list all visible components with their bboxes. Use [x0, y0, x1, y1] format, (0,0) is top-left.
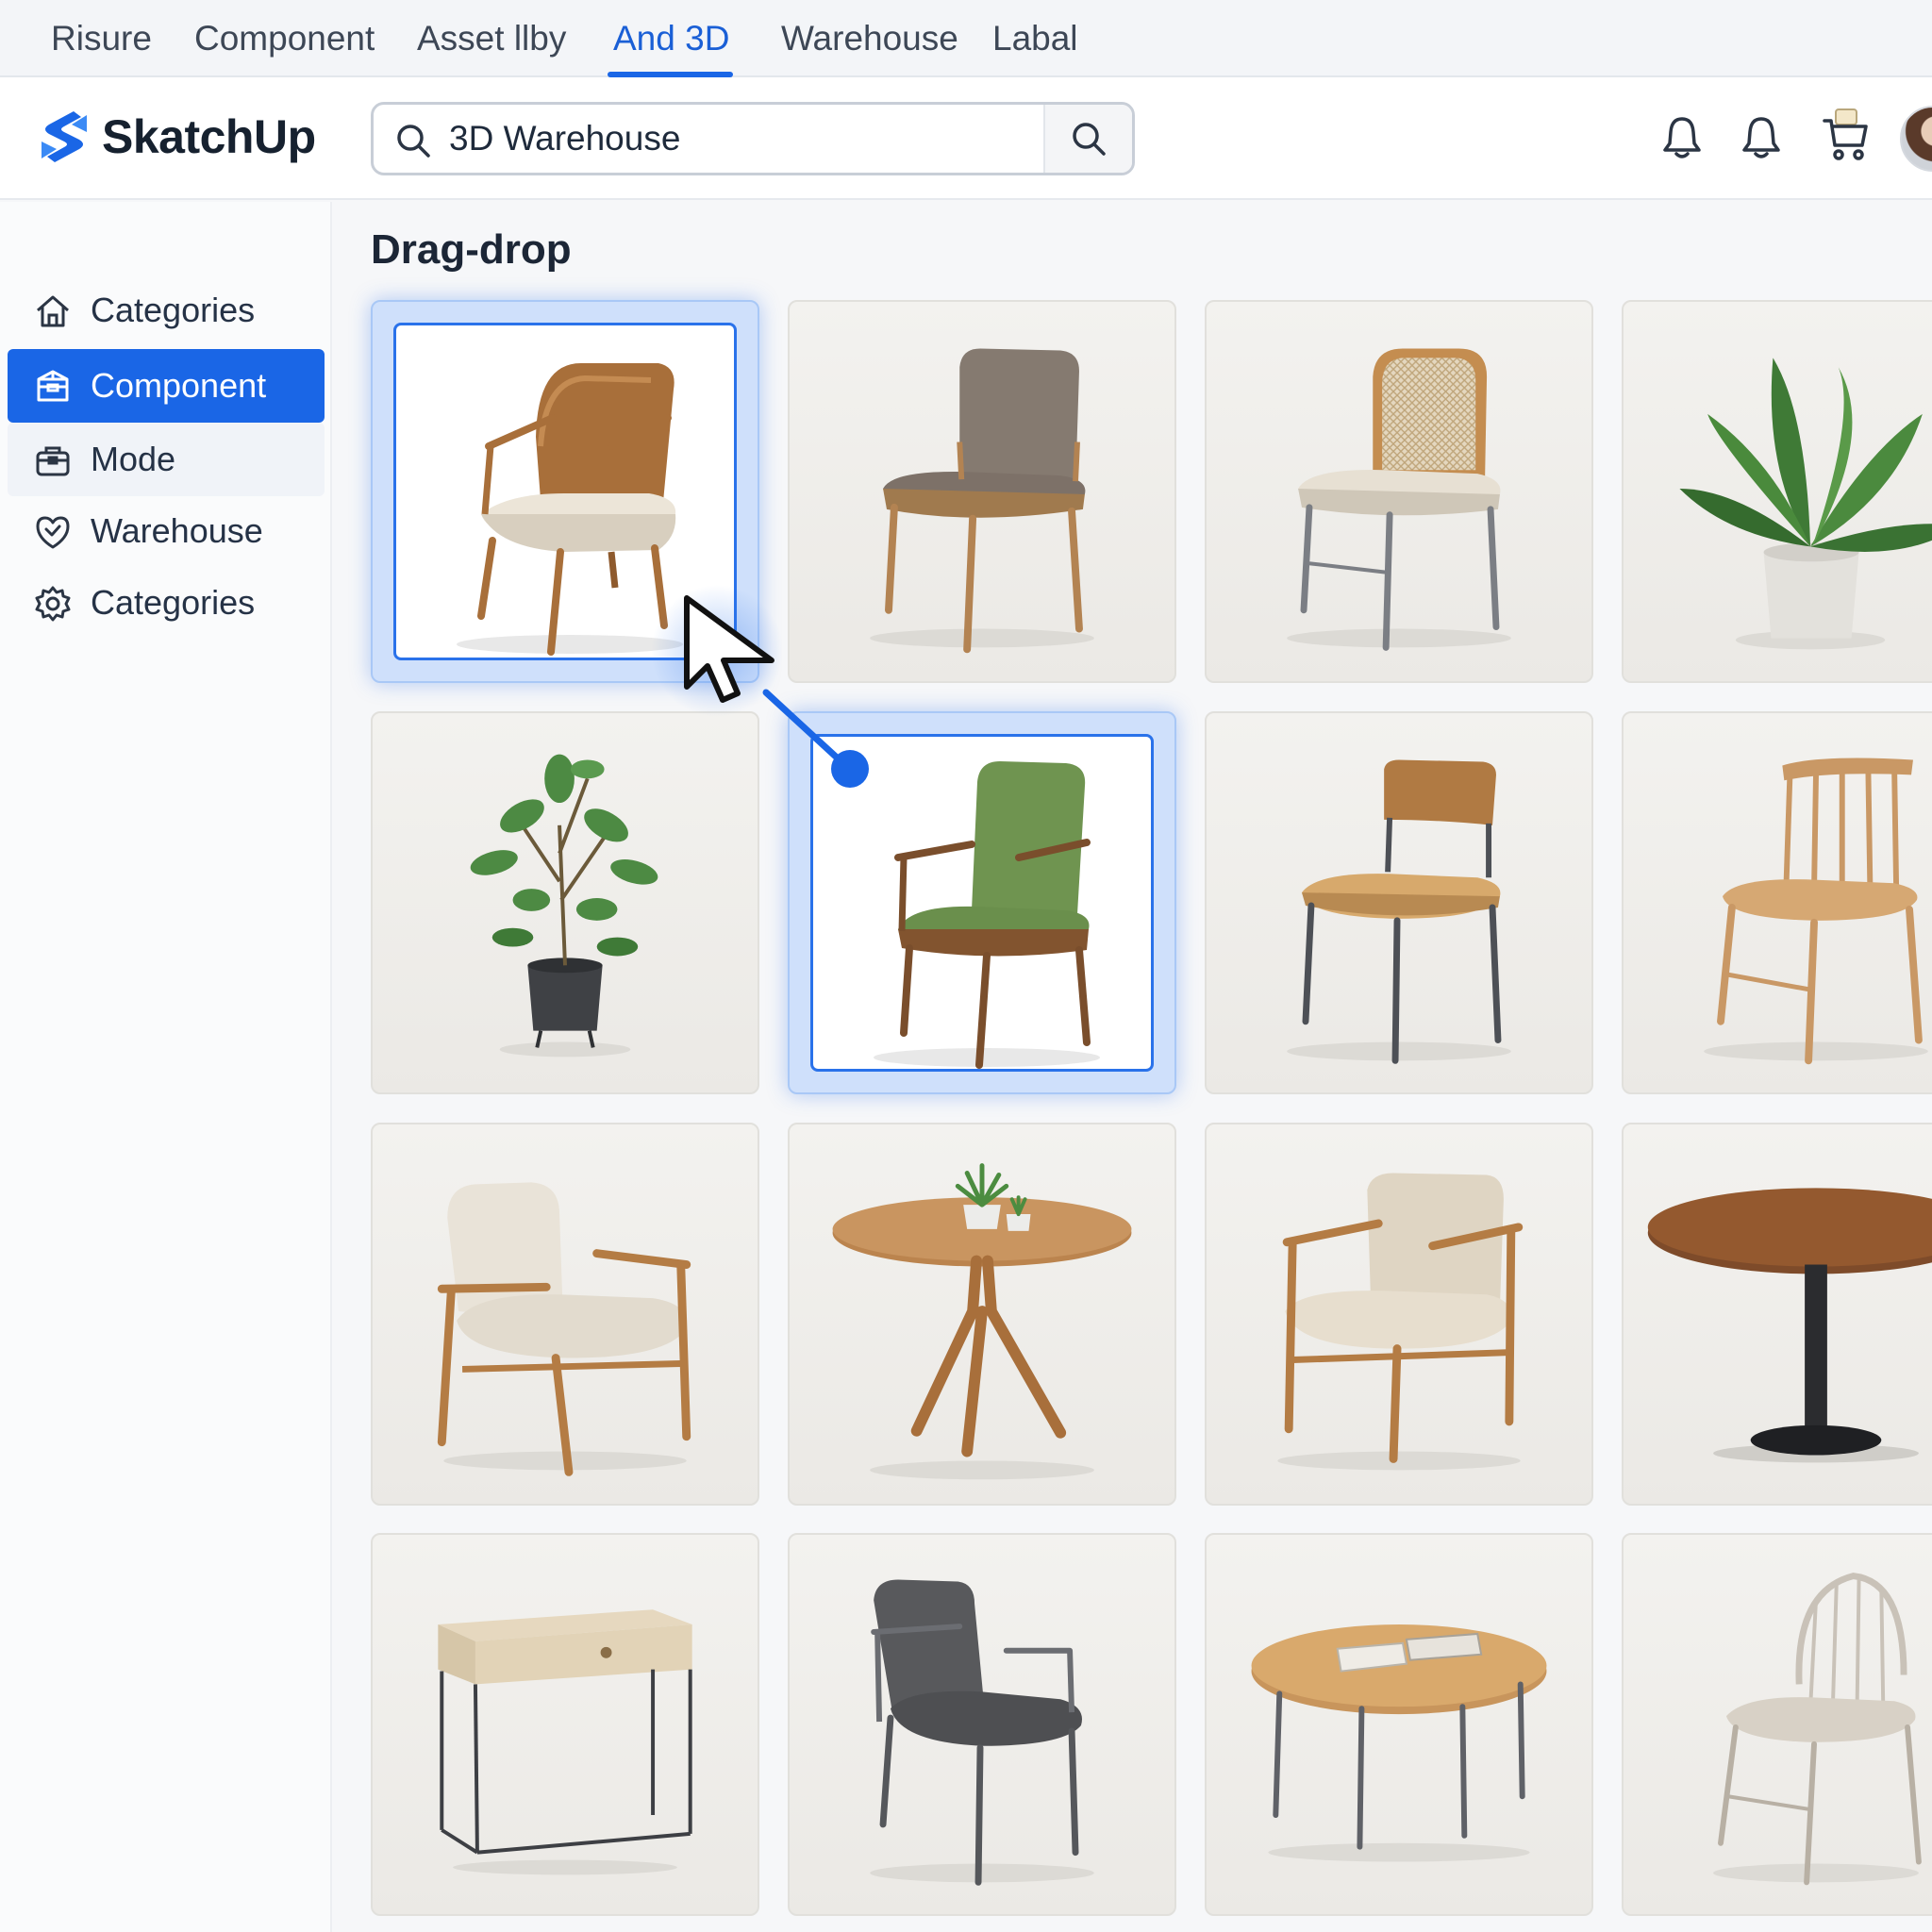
asset-card-round-table[interactable] [788, 1123, 1176, 1506]
sidebar-item-label: Warehouse [91, 511, 263, 550]
skatchup-logo-icon[interactable] [36, 106, 92, 168]
asset-card-windsor-chair[interactable] [1622, 1533, 1932, 1916]
tab-warehouse[interactable]: Warehouse [781, 0, 958, 77]
potted-tree-image [470, 754, 658, 1058]
search-button[interactable] [1043, 105, 1132, 173]
sidebar-item-component[interactable]: Component [8, 349, 325, 423]
side-table-image [438, 1609, 692, 1875]
spindle-chair-image [1704, 758, 1928, 1065]
asset-card-side-table[interactable] [371, 1533, 759, 1916]
potted-plant-image [1679, 358, 1932, 650]
bell-icon[interactable] [1662, 115, 1702, 160]
cart-icon[interactable] [1823, 108, 1870, 162]
sidebar-item-categories-settings[interactable]: Categories [8, 566, 325, 640]
rattan-chair-image [1287, 348, 1511, 651]
cream-lounge-chair-image [1277, 1173, 1524, 1471]
asset-card-cream-lounge-chair[interactable] [1205, 1123, 1593, 1506]
drag-source-frame [393, 323, 737, 660]
sidebar-item-mode[interactable]: Mode [8, 423, 325, 496]
settings-icon [35, 586, 71, 622]
section-title: Drag-drop [371, 226, 572, 273]
brand-name: SkatchUp [102, 110, 316, 163]
bag-icon [36, 446, 70, 476]
search-box[interactable] [371, 102, 1135, 175]
asset-card-wood-armchair[interactable] [371, 300, 759, 683]
search-input[interactable] [449, 105, 1034, 173]
tab-and-3d[interactable]: And 3D [607, 0, 734, 77]
pedestal-table-image [1647, 1188, 1932, 1463]
sidebar-item-label: Mode [91, 440, 176, 478]
search-icon [1073, 123, 1106, 156]
grey-armchair-image [870, 1579, 1094, 1886]
asset-card-spindle-chair[interactable] [1622, 711, 1932, 1094]
top-tab-bar: Risure Component Asset llby And 3D Wareh… [0, 0, 1932, 77]
asset-card-rattan-chair[interactable] [1205, 300, 1593, 683]
asset-card-pedestal-table[interactable] [1622, 1123, 1932, 1506]
bell-icon[interactable] [1741, 115, 1781, 160]
taupe-chair-image [870, 348, 1094, 654]
sidebar-item-categories[interactable]: Categories [8, 274, 325, 347]
sidebar-item-warehouse[interactable]: Warehouse [8, 494, 325, 568]
asset-card-taupe-chair[interactable] [788, 300, 1176, 683]
tab-asset-library[interactable]: Asset llby [417, 0, 566, 77]
windsor-chair-image [1713, 1573, 1922, 1886]
round-table-image [832, 1163, 1132, 1480]
lounge-chair-image [437, 1182, 691, 1476]
asset-card-lounge-chair[interactable] [371, 1123, 759, 1506]
sidebar-item-label: Component [91, 366, 267, 405]
box-icon [37, 370, 69, 402]
search-icon [397, 125, 430, 158]
app-header: SkatchUp [0, 77, 1932, 200]
asset-card-coffee-table[interactable] [1205, 1533, 1593, 1916]
sidebar: Categories Component Mode Warehouse Cate… [0, 202, 332, 1932]
tab-component[interactable]: Component [194, 0, 375, 77]
heart-badge-icon [36, 516, 70, 549]
tab-labal[interactable]: Labal [992, 0, 1078, 77]
green-armchair-image [874, 761, 1100, 1069]
asset-card-potted-tree[interactable] [371, 711, 759, 1094]
sidebar-item-label: Categories [91, 583, 256, 622]
sidebar-item-label: Categories [91, 291, 256, 329]
asset-card-potted-plant[interactable] [1622, 300, 1932, 683]
drop-target-frame [810, 734, 1154, 1072]
wood-metal-chair-image [1287, 759, 1511, 1064]
asset-card-grey-armchair[interactable] [788, 1533, 1176, 1916]
avatar[interactable] [1900, 106, 1932, 172]
wood-armchair-image [457, 362, 683, 656]
coffee-table-image [1251, 1624, 1547, 1862]
tab-risure[interactable]: Risure [51, 0, 152, 77]
asset-card-wood-metal-chair[interactable] [1205, 711, 1593, 1094]
asset-card-green-armchair-drop-target[interactable] [788, 711, 1176, 1094]
home-icon [37, 295, 69, 327]
